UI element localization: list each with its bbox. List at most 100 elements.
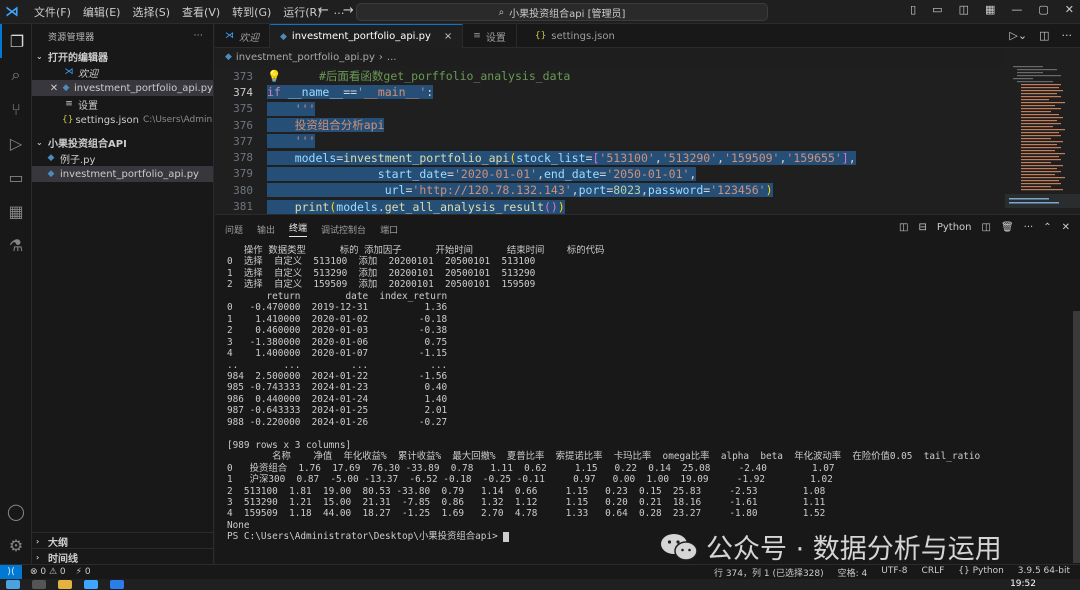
more-actions-icon[interactable]: ···: [1062, 29, 1073, 42]
menu-file[interactable]: 文件(F): [28, 4, 77, 20]
terminal-line: return date index_return: [227, 290, 448, 302]
search-icon[interactable]: [32, 580, 46, 589]
back-arrow-icon[interactable]: ←: [318, 3, 329, 18]
remote-indicator-icon[interactable]: ⟩⟨: [0, 564, 22, 580]
breadcrumb-more[interactable]: ...: [387, 52, 397, 63]
command-center[interactable]: ⌕ 小果投资组合api [管理员]: [356, 3, 768, 21]
timeline-section[interactable]: › 时间线: [32, 548, 213, 565]
close-icon[interactable]: ×: [444, 31, 452, 42]
open-editor-welcome[interactable]: ⋊ 欢迎: [32, 64, 213, 80]
tab-settings[interactable]: ≡ 设置: [463, 24, 517, 48]
split-terminal-icon[interactable]: ◫: [982, 222, 991, 233]
open-editor-label: 设置: [78, 100, 98, 112]
panel-tab-terminal[interactable]: 终端: [289, 221, 308, 237]
menu-view[interactable]: 查看(V): [176, 4, 226, 20]
manage-gear-icon[interactable]: ⚙: [0, 528, 32, 562]
close-icon[interactable]: ✕: [48, 83, 60, 94]
lightbulb-icon[interactable]: 💡: [267, 69, 281, 83]
terminal-line: 984 2.500000 2024-01-22 -1.56: [227, 370, 448, 382]
terminal-layout-icon[interactable]: ◫: [899, 222, 908, 233]
terminal-label[interactable]: Python: [937, 222, 972, 233]
file-explorer-icon[interactable]: [58, 580, 72, 589]
open-editors-section[interactable]: ⌄ 打开的编辑器: [32, 48, 213, 64]
explorer-icon[interactable]: ❐: [0, 24, 32, 58]
run-debug-icon[interactable]: ▷: [0, 126, 32, 160]
tab-settings-json[interactable]: {} settings.json: [517, 24, 625, 48]
more-actions-icon[interactable]: ···: [1024, 222, 1034, 233]
tab-welcome[interactable]: ⋊ 欢迎: [215, 24, 270, 48]
panel-tab-ports[interactable]: 端口: [380, 223, 398, 236]
braces-icon: {}: [958, 565, 973, 576]
edge-icon[interactable]: [84, 580, 98, 589]
remote-explorer-icon[interactable]: ▭: [0, 160, 32, 194]
window-controls: ▯ ▭ ◫ ▦ — ▢ ✕: [910, 3, 1074, 16]
editor-actions: ▷⌄ ◫ ···: [1009, 29, 1072, 42]
python-interpreter[interactable]: 3.9.5 64-bit: [1018, 566, 1070, 579]
end-of-line[interactable]: CRLF: [922, 566, 945, 579]
panel-toggle-icon[interactable]: ▭: [932, 3, 942, 16]
ports-count[interactable]: ⚡ 0: [76, 567, 91, 577]
code-line: 375 ''': [215, 101, 1005, 117]
vscode-icon: ⋊: [225, 31, 234, 41]
open-editor-settings-json[interactable]: {} settings.json C:\Users\Administra...: [32, 112, 213, 128]
problems-count[interactable]: ⊗ 0 ⚠ 0: [30, 567, 66, 577]
close-panel-icon[interactable]: ✕: [1062, 222, 1070, 233]
python-file-icon: ◆: [47, 169, 55, 179]
vscode-taskbar-icon[interactable]: [110, 580, 124, 589]
panel-tab-debug-console[interactable]: 调试控制台: [321, 223, 366, 236]
tab-label: settings.json: [551, 30, 615, 42]
minimap[interactable]: [1005, 48, 1080, 214]
explorer-title: 资源管理器: [48, 32, 95, 43]
tab-investment-portfolio[interactable]: ◆ investment_portfolio_api.py ×: [270, 24, 464, 48]
line-number: 373: [233, 69, 253, 83]
layout-icon[interactable]: ▯: [910, 3, 916, 16]
file-item-example[interactable]: ◆ 例子.py: [32, 150, 213, 166]
file-item-investment-portfolio[interactable]: ◆ investment_portfolio_api.py: [32, 166, 213, 182]
menu-edit[interactable]: 编辑(E): [77, 4, 127, 20]
vscode-icon: ⋊: [64, 67, 74, 77]
customize-layout-icon[interactable]: ▦: [985, 3, 995, 16]
close-window-icon[interactable]: ✕: [1065, 3, 1074, 16]
chevron-right-icon: ›: [36, 552, 40, 562]
minimize-icon[interactable]: —: [1011, 3, 1022, 16]
extensions-icon[interactable]: ▦: [0, 194, 32, 228]
explorer-header: 资源管理器 ···: [32, 24, 213, 48]
chevron-down-icon: ⌄: [36, 137, 43, 147]
split-layout-icon[interactable]: ◫: [959, 3, 969, 16]
menu-bar: 文件(F) 编辑(E) 选择(S) 查看(V) 转到(G) 运行(R) …: [28, 4, 351, 20]
split-editor-icon[interactable]: ◫: [1039, 29, 1049, 42]
forward-arrow-icon[interactable]: →: [343, 3, 354, 18]
run-icon[interactable]: ▷⌄: [1009, 29, 1027, 42]
account-icon[interactable]: ◯: [0, 494, 32, 528]
terminal-line: 4 1.400000 2020-01-07 -1.15: [227, 348, 448, 360]
trash-icon[interactable]: 🗑: [1001, 222, 1014, 233]
language-mode[interactable]: {} Python: [958, 566, 1004, 579]
terminal-scrollbar[interactable]: [1073, 311, 1080, 563]
source-control-icon[interactable]: ⑂: [0, 92, 32, 126]
start-icon[interactable]: [6, 580, 20, 589]
windows-taskbar: 19:52: [0, 579, 1080, 590]
chevron-up-icon[interactable]: ⌃: [1043, 222, 1051, 233]
restore-icon[interactable]: ▢: [1038, 3, 1048, 16]
encoding[interactable]: UTF-8: [881, 566, 907, 579]
open-editor-investment-portfolio[interactable]: ✕ ◆ investment_portfolio_api.py: [32, 80, 213, 96]
outline-section[interactable]: › 大纲: [32, 532, 213, 549]
breadcrumb-file[interactable]: investment_portfolio_api.py: [236, 52, 375, 63]
menu-selection[interactable]: 选择(S): [126, 4, 176, 20]
code-editor[interactable]: 373 💡 #后面看函数get_porffolio_analysis_data …: [215, 66, 1005, 214]
panel-tab-output[interactable]: 输出: [257, 223, 275, 236]
line-number: 377: [233, 134, 253, 148]
timeline-title: 时间线: [48, 553, 78, 565]
terminal-output[interactable]: 操作 数据类型 标的 添加因子 开始时间 结束时间 标的代码 0 选择 自定义 5…: [227, 245, 1072, 563]
panel-tab-problems[interactable]: 问题: [225, 223, 243, 236]
open-editor-settings[interactable]: ≡ 设置: [32, 96, 213, 112]
cursor-position[interactable]: 行 374，列 1 (已选择328): [714, 566, 824, 579]
terminal-line: 操作 数据类型 标的 添加因子 开始时间 结束时间 标的代码: [227, 245, 605, 256]
indentation[interactable]: 空格: 4: [838, 566, 868, 579]
more-actions-icon[interactable]: ···: [194, 31, 203, 41]
menu-go[interactable]: 转到(G): [226, 4, 277, 20]
search-view-icon[interactable]: ⌕: [0, 58, 32, 92]
tab-label: investment_portfolio_api.py: [291, 31, 431, 42]
folder-section[interactable]: ⌄ 小果投资组合API: [32, 134, 213, 150]
testing-icon[interactable]: ⚗: [0, 228, 32, 262]
